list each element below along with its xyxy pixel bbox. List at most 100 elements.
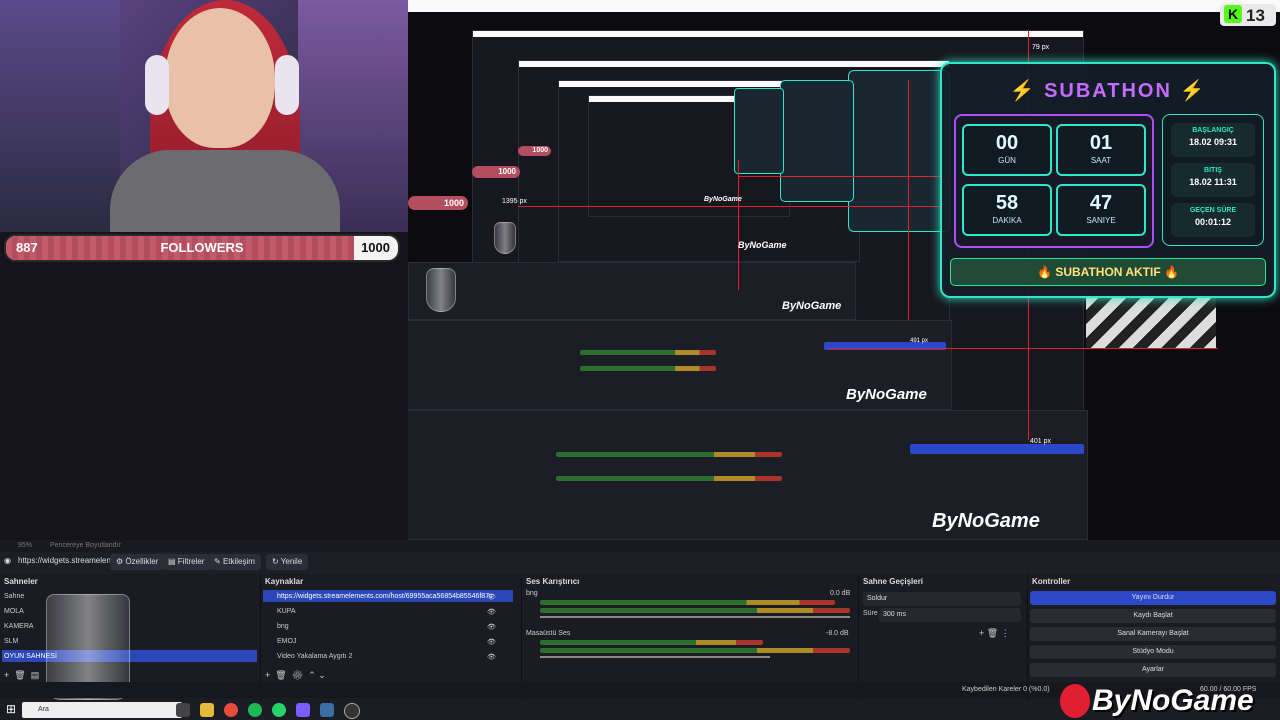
nested-followers-1: 1000 <box>408 196 468 210</box>
source-item[interactable]: Video Yakalama Aygıtı 2 <box>277 653 352 660</box>
eye-icon[interactable]: 👁 <box>487 623 496 631</box>
down-icon[interactable]: ⌄ <box>318 670 326 680</box>
duration-label: Süre <box>863 610 878 617</box>
volume-slider[interactable] <box>540 616 850 618</box>
refresh-button[interactable]: ↻ Yenile <box>266 554 309 570</box>
add-icon[interactable]: + <box>979 628 984 638</box>
subathon-title: ⚡ SUBATHON ⚡ <box>942 78 1274 103</box>
spotify-icon[interactable] <box>248 703 262 717</box>
windows-start-icon[interactable]: ⊞ <box>6 702 16 716</box>
trash-icon[interactable]: 🗑 <box>275 670 286 680</box>
nested-subathon-2 <box>780 80 854 202</box>
guide-line-v2 <box>908 80 909 320</box>
timer-days: 00 GÜN <box>962 124 1052 176</box>
eye-icon[interactable]: 👁 <box>487 653 496 661</box>
mixer-title: Ses Karıştırıcı <box>526 577 580 586</box>
properties-label: Özellikler <box>125 557 159 566</box>
source-item[interactable]: bng <box>277 623 289 630</box>
nested-meter-4 <box>580 366 716 371</box>
kick-viewer-count: 13 <box>1246 6 1265 25</box>
trash-icon[interactable]: 🗑 <box>14 670 25 680</box>
room-background <box>0 0 120 232</box>
mixer-meter <box>540 600 835 605</box>
filter-icon: ▤ <box>168 557 178 566</box>
filters-label: Filtreler <box>177 557 205 566</box>
stop-streaming-button[interactable]: Yayını Durdur <box>1030 591 1276 605</box>
mixer-channel-db: -8.0 dB <box>826 630 849 637</box>
app-icon[interactable] <box>320 703 334 717</box>
bolt-icon: ⚡ <box>1179 80 1207 102</box>
mixer-channel-db: 0.0 dB <box>830 590 851 597</box>
scene-item[interactable]: Sahne <box>4 593 24 600</box>
start-virtual-camera-button[interactable]: Sanal Kamerayı Başlat <box>1030 627 1276 641</box>
mixer-meter <box>540 640 764 645</box>
subathon-widget: ⚡ SUBATHON ⚡ 00 GÜN 01 SAAT 58 DAKIKA 47… <box>940 62 1276 298</box>
chrome-icon[interactable] <box>224 703 238 717</box>
guide-line-v3 <box>738 160 739 290</box>
timer-minutes-unit: DAKIKA <box>992 216 1022 225</box>
streamer-body <box>110 150 340 232</box>
followers-goal: 1000 <box>361 240 390 255</box>
kick-icon: K <box>1224 5 1242 23</box>
transition-select[interactable]: Soldur <box>863 592 1021 606</box>
bynogame-wordmark: ByNoGame <box>1092 684 1254 717</box>
source-item[interactable]: KUPA <box>277 608 296 615</box>
bynogame-logo-icon <box>1060 684 1090 718</box>
discord-icon[interactable] <box>296 703 310 717</box>
interact-icon: ✎ <box>214 557 223 566</box>
nested-brand-5: ByNoGame <box>704 196 742 203</box>
start-recording-button[interactable]: Kaydı Başlat <box>1030 609 1276 623</box>
filter-icon[interactable]: ▤ <box>31 670 40 680</box>
source-actions: + 🗑 ⚙ ⌃ ⌄ <box>265 670 326 681</box>
volume-slider[interactable] <box>540 656 770 658</box>
add-icon[interactable]: + <box>4 670 9 680</box>
file-explorer-icon[interactable] <box>200 703 214 717</box>
nested-brand-2: ByNoGame <box>846 386 927 403</box>
scene-item[interactable]: MOLA <box>4 608 24 615</box>
transition-actions: + 🗑 ⋮ <box>979 628 1010 639</box>
trash-icon[interactable]: 🗑 <box>987 628 998 638</box>
source-url: https://widgets.streamelen <box>18 556 111 565</box>
properties-button[interactable]: ⚙ Özellikler <box>110 554 165 570</box>
nested-glass-3 <box>426 268 456 312</box>
duration-field[interactable]: 300 ms <box>879 608 1021 622</box>
streamer-face <box>165 8 275 148</box>
followers-label: FOLLOWERS <box>160 240 244 255</box>
up-icon[interactable]: ⌃ <box>308 670 316 680</box>
controls-title: Kontroller <box>1032 577 1071 586</box>
eye-icon[interactable]: 👁 <box>487 638 496 646</box>
scenes-title: Sahneler <box>4 577 38 586</box>
source-item[interactable]: EMOJ <box>277 638 296 645</box>
scene-item[interactable]: KAMERA <box>4 623 34 630</box>
scene-item[interactable]: SLM <box>4 638 18 645</box>
whatsapp-icon[interactable] <box>272 703 286 717</box>
eye-icon[interactable]: 👁 <box>487 593 496 601</box>
timer-hours: 01 SAAT <box>1056 124 1146 176</box>
taskbar-search[interactable]: Ara <box>22 702 182 718</box>
resize-to-window[interactable]: Pencereye Boyutlandır <box>50 542 121 549</box>
settings-button[interactable]: Ayarlar <box>1030 663 1276 677</box>
filters-button[interactable]: ▤ Filtreler <box>162 554 211 570</box>
obs-icon[interactable] <box>344 703 360 719</box>
interact-button[interactable]: ✎ Etkileşim <box>208 554 261 570</box>
guide-line-h3 <box>518 206 948 207</box>
nested-followers-2: 1000 <box>472 166 520 178</box>
nested-meter-2 <box>556 476 782 481</box>
studio-mode-button[interactable]: Stüdyo Modu <box>1030 645 1276 659</box>
info-end-value: 18.02 11:31 <box>1189 177 1237 187</box>
guide-label-401: 401 px <box>1030 438 1052 445</box>
add-icon[interactable]: + <box>265 670 270 680</box>
source-item-browser[interactable]: https://widgets.streamelements.com/host/… <box>277 593 493 600</box>
task-view-icon[interactable] <box>176 703 190 717</box>
bolt-icon: ⚡ <box>1009 80 1037 102</box>
info-start: BAŞLANGIÇ 18.02 09:31 <box>1171 123 1255 157</box>
info-end: BITIŞ 18.02 11:31 <box>1171 163 1255 197</box>
guide-line-h1 <box>828 348 1218 349</box>
gear-icon[interactable]: ⚙ <box>292 670 303 680</box>
info-elapsed-label: GEÇEN SÜRE <box>1189 207 1237 214</box>
zoom-level[interactable]: 95% <box>18 542 32 549</box>
more-icon[interactable]: ⋮ <box>1001 628 1010 638</box>
kick-viewer-badge: K 13 <box>1220 4 1276 26</box>
eye-icon[interactable]: 👁 <box>487 608 496 616</box>
info-elapsed-value: 00:01:12 <box>1194 217 1232 227</box>
